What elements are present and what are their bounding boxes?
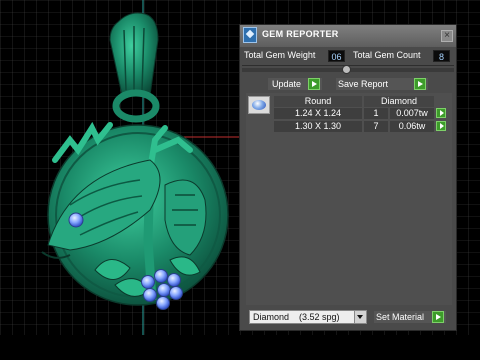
row-select-arrow-icon[interactable] <box>436 108 446 118</box>
material-dropdown-value: Diamond (3.52 spg) <box>253 312 340 322</box>
total-gem-weight-value: 06 <box>328 50 345 62</box>
row-select-arrow-icon[interactable] <box>436 121 446 131</box>
gem-reporter-panel: GEM REPORTER × Total Gem Weight 06 Total… <box>239 24 457 331</box>
gem-count-cell: 7 <box>364 121 388 132</box>
gem-size-cell: 1.24 X 1.24 <box>274 108 362 119</box>
gem-size-cell: 1.30 X 1.30 <box>274 121 362 132</box>
save-report-button-label: Save Report <box>338 79 389 89</box>
round-gem-icon <box>252 100 266 110</box>
gem-shape-header: Round <box>274 96 362 107</box>
gem-table: Round Diamond 1.24 X 1.24 1 0.007tw 1.30… <box>246 93 452 305</box>
update-button-label: Update <box>272 79 302 89</box>
close-button[interactable]: × <box>441 30 453 42</box>
set-material-button-label: Set Material <box>376 312 425 322</box>
panel-title: GEM REPORTER <box>262 29 339 39</box>
chevron-down-icon[interactable] <box>354 311 366 323</box>
total-gem-count-value: 8 <box>433 50 450 62</box>
set-material-button[interactable]: Set Material <box>374 311 446 323</box>
panel-slider-knob[interactable] <box>342 65 351 74</box>
update-arrow-icon <box>308 78 320 90</box>
gem-material-header: Diamond <box>364 96 434 107</box>
gem-weight-cell: 0.06tw <box>390 121 434 132</box>
set-material-arrow-icon <box>432 311 444 323</box>
save-report-button[interactable]: Save Report <box>336 78 428 90</box>
update-button[interactable]: Update <box>268 78 322 90</box>
total-gem-count-label: Total Gem Count <box>353 50 421 60</box>
gem-thumbnail[interactable] <box>248 96 270 114</box>
gem-count-cell: 1 <box>364 108 388 119</box>
material-dropdown[interactable]: Diamond (3.52 spg) <box>249 310 367 324</box>
gem-reporter-app-icon <box>243 27 257 43</box>
save-report-arrow-icon <box>414 78 426 90</box>
total-gem-weight-label: Total Gem Weight <box>244 50 316 60</box>
gem-weight-cell: 0.007tw <box>390 108 434 119</box>
panel-titlebar[interactable]: GEM REPORTER × <box>240 25 456 47</box>
